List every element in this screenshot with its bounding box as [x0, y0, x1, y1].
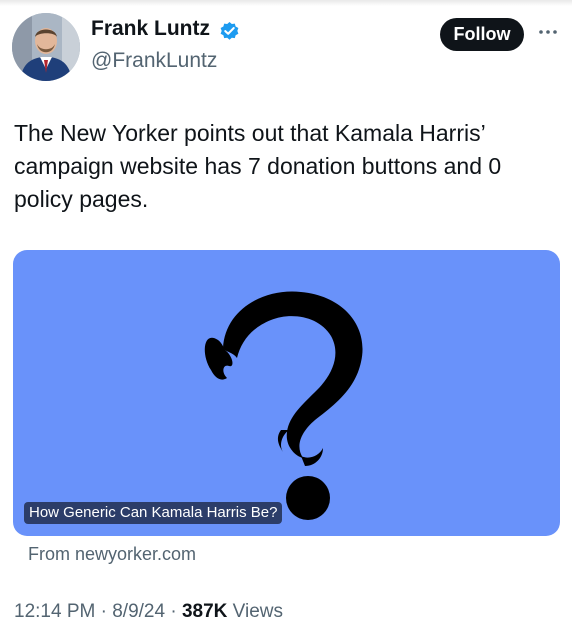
- more-options-icon[interactable]: [537, 25, 559, 39]
- meta-separator: ·: [100, 601, 107, 622]
- views-label: Views: [232, 601, 283, 622]
- tweet-time[interactable]: 12:14 PM: [14, 601, 95, 622]
- author-handle[interactable]: @FrankLuntz: [91, 48, 217, 74]
- top-edge: [0, 0, 572, 6]
- question-mark-illustration: [204, 291, 363, 520]
- link-card[interactable]: How Generic Can Kamala Harris Be?: [13, 250, 560, 536]
- card-headline: How Generic Can Kamala Harris Be?: [24, 502, 283, 524]
- card-source[interactable]: From newyorker.com: [28, 543, 196, 565]
- tweet-text: The New Yorker points out that Kamala Ha…: [14, 120, 502, 212]
- verified-badge-icon: [220, 21, 239, 40]
- follow-button[interactable]: Follow: [440, 18, 524, 51]
- avatar[interactable]: [12, 13, 80, 81]
- meta-separator: ·: [170, 601, 177, 622]
- views-count: 387K: [181, 601, 228, 622]
- tweet-meta: 12:14 PM · 8/9/24 · 387K Views: [14, 600, 283, 624]
- author-display-name[interactable]: Frank Luntz: [91, 16, 210, 42]
- tweet-date[interactable]: 8/9/24: [112, 601, 165, 622]
